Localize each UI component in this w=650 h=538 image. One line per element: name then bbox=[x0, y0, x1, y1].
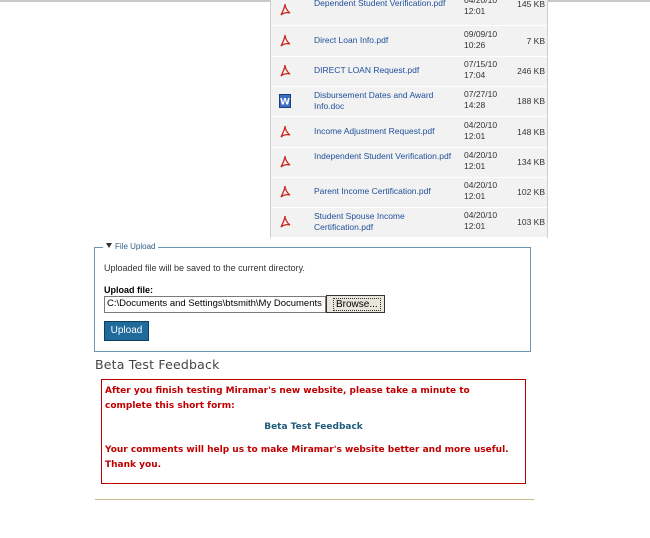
pdf-icon bbox=[279, 34, 291, 48]
file-size: 7 KB bbox=[526, 36, 545, 46]
file-link[interactable]: Direct Loan Info.pdf bbox=[314, 35, 452, 46]
file-time: 12:01 bbox=[464, 161, 486, 171]
file-modified: 04/20/10 12:01 bbox=[464, 120, 510, 142]
collapse-triangle-icon[interactable] bbox=[106, 243, 112, 248]
file-modified: 04/20/10 12:01 bbox=[464, 180, 510, 202]
file-list: Dependent Student Verification.pdf 04/20/… bbox=[270, 0, 548, 238]
file-modified: 04/20/10 12:01 bbox=[464, 0, 510, 17]
svg-text:W: W bbox=[280, 98, 290, 108]
file-link[interactable]: DIRECT LOAN Request.pdf bbox=[314, 65, 452, 76]
file-modified: 09/09/10 10:26 bbox=[464, 29, 510, 51]
file-date: 04/20/10 bbox=[464, 180, 498, 190]
file-row: Student Spouse Income Certification.pdf 0… bbox=[271, 207, 547, 238]
file-time: 10:26 bbox=[464, 40, 486, 50]
file-link[interactable]: Student Spouse Income Certification.pdf bbox=[314, 211, 452, 232]
legend-label: File Upload bbox=[115, 242, 156, 251]
file-modified: 07/15/10 17:04 bbox=[464, 59, 510, 81]
file-date: 07/27/10 bbox=[464, 89, 498, 99]
pdf-icon bbox=[279, 64, 291, 78]
file-size: 102 KB bbox=[517, 187, 545, 197]
file-row: Independent Student Verification.pdf 04/2… bbox=[271, 147, 547, 178]
file-modified: 04/20/10 12:01 bbox=[464, 210, 510, 232]
file-date: 04/20/10 bbox=[464, 210, 498, 220]
bottom-divider bbox=[95, 499, 534, 500]
file-row: DIRECT LOAN Request.pdf 07/15/10 17:04 246 … bbox=[271, 56, 547, 87]
file-modified: 07/27/10 14:28 bbox=[464, 89, 510, 111]
file-time: 12:01 bbox=[464, 131, 486, 141]
upload-button[interactable]: Upload bbox=[104, 321, 149, 341]
file-size: 145 KB bbox=[517, 0, 545, 9]
file-row: Parent Income Certification.pdf 04/20/10 1… bbox=[271, 177, 547, 208]
file-row: W Disbursement Dates and Award Info.doc 07… bbox=[271, 86, 547, 117]
file-link[interactable]: Income Adjustment Request.pdf bbox=[314, 126, 452, 137]
file-row: Direct Loan Info.pdf 09/09/10 10:26 7 KB bbox=[271, 26, 547, 57]
file-date: 07/15/10 bbox=[464, 59, 498, 69]
file-date: 09/09/10 bbox=[464, 29, 498, 39]
upload-path-input[interactable]: C:\Documents and Settings\btsmith\My Doc… bbox=[104, 296, 326, 313]
file-time: 12:01 bbox=[464, 191, 486, 201]
file-link[interactable]: Independent Student Verification.pdf bbox=[314, 151, 452, 162]
file-time: 14:28 bbox=[464, 100, 486, 110]
pdf-icon bbox=[279, 3, 291, 17]
feedback-intro: After you finish testing Miramar's new w… bbox=[105, 386, 470, 411]
upload-note: Uploaded file will be saved to the curre… bbox=[104, 263, 305, 273]
pdf-icon bbox=[279, 125, 291, 139]
file-size: 188 KB bbox=[517, 96, 545, 106]
file-time: 12:01 bbox=[464, 6, 486, 16]
file-time: 12:01 bbox=[464, 221, 486, 231]
beta-feedback-link[interactable]: Beta Test Feedback bbox=[101, 422, 526, 432]
file-link[interactable]: Dependent Student Verification.pdf bbox=[314, 0, 452, 9]
feedback-outro: Your comments will help us to make Miram… bbox=[105, 445, 509, 470]
word-doc-icon: W bbox=[279, 94, 291, 108]
file-link[interactable]: Parent Income Certification.pdf bbox=[314, 186, 452, 197]
file-date: 04/20/10 bbox=[464, 120, 498, 130]
file-size: 246 KB bbox=[517, 66, 545, 76]
file-modified: 04/20/10 12:01 bbox=[464, 150, 510, 172]
file-row: Income Adjustment Request.pdf 04/20/10 12:… bbox=[271, 117, 547, 148]
file-time: 17:04 bbox=[464, 70, 486, 80]
file-size: 148 KB bbox=[517, 127, 545, 137]
beta-feedback-heading: Beta Test Feedback bbox=[95, 357, 220, 372]
file-size: 103 KB bbox=[517, 217, 545, 227]
file-date: 04/20/10 bbox=[464, 150, 498, 160]
upload-file-label: Upload file: bbox=[104, 285, 153, 295]
file-link[interactable]: Disbursement Dates and Award Info.doc bbox=[314, 90, 452, 111]
pdf-icon bbox=[279, 155, 291, 169]
file-size: 134 KB bbox=[517, 157, 545, 167]
file-upload-legend[interactable]: File Upload bbox=[103, 241, 159, 253]
browse-button[interactable]: Browse... bbox=[326, 295, 385, 313]
pdf-icon bbox=[279, 215, 291, 229]
pdf-icon bbox=[279, 185, 291, 199]
browse-button-label: Browse... bbox=[333, 298, 381, 311]
file-row: Dependent Student Verification.pdf 04/20/… bbox=[271, 0, 547, 26]
